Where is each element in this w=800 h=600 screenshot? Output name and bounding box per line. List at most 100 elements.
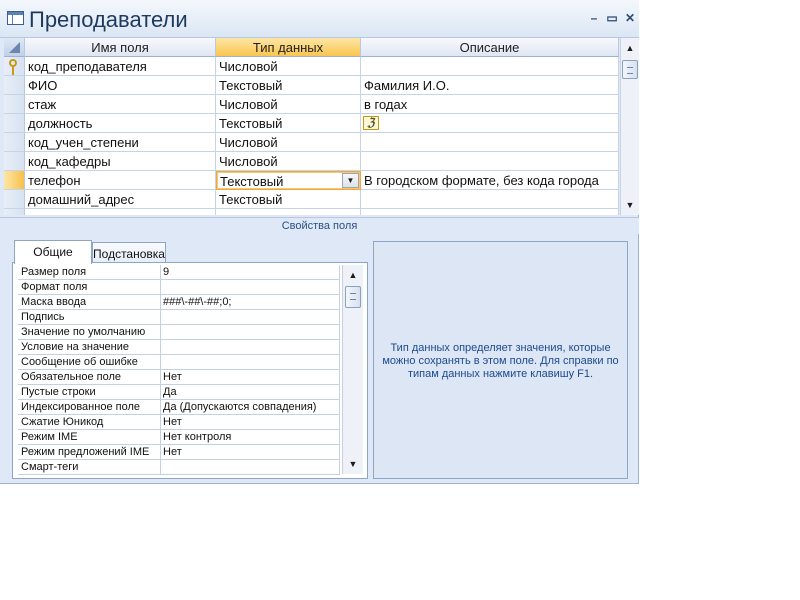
field-name-cell[interactable]: код_кафедры xyxy=(25,152,216,171)
column-header-description[interactable]: Описание xyxy=(361,38,619,57)
data-type-cell[interactable]: Текстовый xyxy=(216,114,361,133)
column-header-field-name[interactable]: Имя поля xyxy=(25,38,216,57)
property-value[interactable] xyxy=(161,460,340,475)
property-row[interactable]: Пустые строки Да xyxy=(18,385,340,400)
property-row[interactable]: Маска ввода ###\-##\-##;0; xyxy=(18,295,340,310)
table-row[interactable]: должность Текстовый ℨ xyxy=(4,114,619,133)
scroll-up-icon[interactable]: ▲ xyxy=(345,267,361,283)
table-row[interactable]: код_учен_степени Числовой xyxy=(4,133,619,152)
table-row-active[interactable]: телефон Текстовый ▼ В городском формате,… xyxy=(4,171,619,190)
property-value[interactable]: Нет xyxy=(161,445,340,460)
row-selector[interactable] xyxy=(4,133,25,152)
field-name-cell[interactable]: телефон xyxy=(25,171,216,190)
table-design-window: Преподаватели – ▭ ✕ Имя поля Тип данных … xyxy=(0,0,639,484)
table-row[interactable]: домашний_адрес Текстовый xyxy=(4,190,619,209)
description-cell[interactable]: В городском формате, без кода города xyxy=(361,171,619,190)
column-header-data-type[interactable]: Тип данных xyxy=(216,38,361,57)
row-selector[interactable] xyxy=(4,152,25,171)
description-cell[interactable] xyxy=(361,209,619,215)
property-label: Размер поля xyxy=(18,265,161,280)
data-type-dropdown[interactable]: Текстовый ▼ xyxy=(216,171,361,190)
property-row[interactable]: Значение по умолчанию xyxy=(18,325,340,340)
property-value[interactable]: Нет контроля xyxy=(161,430,340,445)
property-row[interactable]: Индексированное поле Да (Допускаются совп… xyxy=(18,400,340,415)
scroll-down-icon[interactable]: ▼ xyxy=(622,197,638,213)
property-row[interactable]: Режим предложений IME Нет xyxy=(18,445,340,460)
table-row[interactable] xyxy=(4,209,619,215)
scroll-up-icon[interactable]: ▲ xyxy=(622,40,638,56)
property-row[interactable]: Режим IME Нет контроля xyxy=(18,430,340,445)
property-value[interactable]: ###\-##\-##;0; xyxy=(161,295,340,310)
field-name-cell[interactable]: ФИО xyxy=(25,76,216,95)
data-type-cell[interactable]: Числовой xyxy=(216,57,361,76)
minimize-icon[interactable]: – xyxy=(587,11,601,25)
row-selector[interactable] xyxy=(4,76,25,95)
data-type-cell[interactable]: Числовой xyxy=(216,152,361,171)
property-value[interactable] xyxy=(161,280,340,295)
property-row[interactable]: Сообщение об ошибке xyxy=(18,355,340,370)
description-cell[interactable]: в годах xyxy=(361,95,619,114)
property-row[interactable]: Сжатие Юникод Нет xyxy=(18,415,340,430)
close-icon[interactable]: ✕ xyxy=(623,11,637,25)
field-name-cell[interactable]: код_учен_степени xyxy=(25,133,216,152)
tab-lookup[interactable]: Подстановка xyxy=(92,242,166,264)
table-row[interactable]: ФИО Текстовый Фамилия И.О. xyxy=(4,76,619,95)
row-selector[interactable] xyxy=(4,95,25,114)
property-value[interactable]: Да (Допускаются совпадения) xyxy=(161,400,340,415)
property-label: Подпись xyxy=(18,310,161,325)
property-row[interactable]: Формат поля xyxy=(18,280,340,295)
description-cell[interactable] xyxy=(361,190,619,209)
property-value[interactable] xyxy=(161,310,340,325)
property-value[interactable]: 9 xyxy=(161,265,340,280)
chevron-down-icon[interactable]: ▼ xyxy=(342,173,359,188)
data-type-cell[interactable]: Текстовый xyxy=(216,76,361,95)
description-cell[interactable] xyxy=(361,152,619,171)
data-type-cell[interactable] xyxy=(216,209,361,215)
table-icon xyxy=(7,11,24,25)
property-value[interactable]: Нет xyxy=(161,415,340,430)
row-selector[interactable] xyxy=(4,57,25,76)
scroll-thumb[interactable] xyxy=(345,286,361,308)
field-name-cell[interactable]: код_преподавателя xyxy=(25,57,216,76)
row-selector-active[interactable] xyxy=(4,171,25,190)
help-panel: Тип данных определяет значения, которые … xyxy=(373,241,628,479)
data-type-cell[interactable]: Числовой xyxy=(216,95,361,114)
table-row[interactable]: код_преподавателя Числовой xyxy=(4,57,619,76)
description-cell[interactable] xyxy=(361,57,619,76)
window-title: Преподаватели xyxy=(29,7,188,32)
properties-scrollbar[interactable]: ▲ ▼ xyxy=(342,265,363,474)
table-row[interactable]: код_кафедры Числовой xyxy=(4,152,619,171)
key-icon xyxy=(9,59,17,75)
field-name-cell[interactable]: домашний_адрес xyxy=(25,190,216,209)
field-name-cell[interactable]: стаж xyxy=(25,95,216,114)
property-row[interactable]: Обязательное поле Нет xyxy=(18,370,340,385)
field-name-cell[interactable] xyxy=(25,209,216,215)
tab-general[interactable]: Общие xyxy=(14,240,92,264)
property-value[interactable] xyxy=(161,325,340,340)
description-cell[interactable] xyxy=(361,133,619,152)
property-value[interactable]: Да xyxy=(161,385,340,400)
data-type-cell[interactable]: Числовой xyxy=(216,133,361,152)
property-row[interactable]: Размер поля 9 xyxy=(18,265,340,280)
builder-icon[interactable]: ℨ xyxy=(363,116,379,130)
scroll-thumb[interactable] xyxy=(622,60,638,79)
property-value[interactable] xyxy=(161,340,340,355)
property-value[interactable]: Нет xyxy=(161,370,340,385)
property-row[interactable]: Условие на значение xyxy=(18,340,340,355)
property-row[interactable]: Смарт-теги xyxy=(18,460,340,475)
table-row[interactable]: стаж Числовой в годах xyxy=(4,95,619,114)
property-row[interactable]: Подпись xyxy=(18,310,340,325)
row-selector[interactable] xyxy=(4,209,25,215)
select-all-corner[interactable] xyxy=(4,38,25,57)
restore-icon[interactable]: ▭ xyxy=(605,11,619,25)
scroll-down-icon[interactable]: ▼ xyxy=(345,456,361,472)
field-name-cell[interactable]: должность xyxy=(25,114,216,133)
property-value[interactable] xyxy=(161,355,340,370)
grid-vertical-scrollbar[interactable]: ▲ ▼ xyxy=(620,38,639,215)
description-cell[interactable]: ℨ xyxy=(361,114,619,133)
row-selector[interactable] xyxy=(4,114,25,133)
description-cell[interactable]: Фамилия И.О. xyxy=(361,76,619,95)
data-type-cell[interactable]: Текстовый xyxy=(216,190,361,209)
row-selector[interactable] xyxy=(4,190,25,209)
property-label: Значение по умолчанию xyxy=(18,325,161,340)
